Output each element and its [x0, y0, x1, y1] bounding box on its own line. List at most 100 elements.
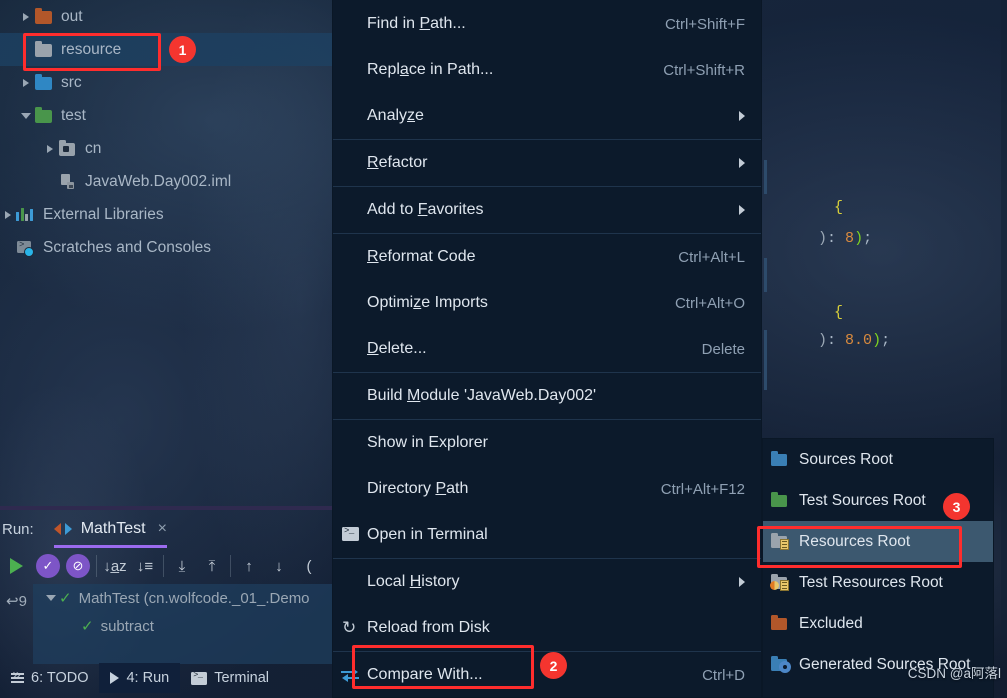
run-panel-label: Run:	[2, 520, 34, 538]
submenu-item-label: Resources Root	[799, 532, 911, 550]
tree-node-label: test	[61, 106, 86, 124]
collapse-all-button[interactable]: ⤒	[197, 548, 227, 584]
terminal-icon	[191, 670, 208, 685]
menu-item-build-module[interactable]: Build Module 'JavaWeb.Day002'	[333, 373, 761, 419]
editor-scrollbar[interactable]	[1001, 0, 1007, 640]
annotation-badge-3: 3	[943, 493, 970, 520]
toolbar-divider	[163, 555, 164, 577]
tree-node-test[interactable]: test	[0, 99, 332, 132]
sort-alphabetically-button[interactable]: ↓a̲z	[100, 548, 130, 584]
menu-item-optimize-imports[interactable]: Optimize Imports Ctrl+Alt+O	[333, 280, 761, 326]
folder-green-icon	[34, 106, 54, 126]
test-tree-row[interactable]: ✓ subtract	[33, 612, 332, 640]
test-node-label: subtract	[100, 617, 154, 635]
tree-node-external-libraries[interactable]: External Libraries	[0, 198, 332, 231]
run-panel-toolbar[interactable]: ✓ ⊘ ↓a̲z ↓≡ ⤓ ⤒ ↑ ↓ (	[0, 548, 332, 584]
menu-item-find-in-path[interactable]: Find in Path... Ctrl+Shift+F	[333, 1, 761, 47]
menu-item-label: Replace in Path...	[367, 61, 494, 78]
status-bar-item-terminal[interactable]: Terminal	[180, 663, 280, 693]
menu-item-directory-path[interactable]: Directory Path Ctrl+Alt+F12	[333, 466, 761, 512]
ignored-icon: ⊘	[66, 554, 90, 578]
tree-node-out[interactable]: out	[0, 0, 332, 33]
menu-item-reformat-code[interactable]: Reformat Code Ctrl+Alt+L	[333, 234, 761, 280]
menu-item-label: Delete...	[367, 340, 427, 357]
collapse-arrow-icon[interactable]	[18, 99, 34, 132]
mark-directory-as-submenu[interactable]: Sources Root Test Sources Root Resources…	[762, 438, 994, 698]
test-passed-icon: ✓	[59, 590, 72, 607]
tree-node-label: External Libraries	[43, 205, 164, 223]
settings-button[interactable]: (	[294, 548, 324, 584]
chevron-right-icon	[739, 577, 745, 587]
test-results-tree[interactable]: ✓ MathTest (cn.wolfcode._01_.Demo ✓ subt…	[33, 584, 332, 664]
expand-arrow-icon[interactable]	[42, 132, 58, 165]
run-tab-label: MathTest	[80, 520, 146, 537]
menu-item-reload-from-disk[interactable]: ↻ Reload from Disk	[333, 605, 761, 651]
sort-by-duration-button[interactable]: ↓≡	[130, 548, 160, 584]
folder-gray-icon	[34, 40, 54, 60]
menu-item-local-history[interactable]: Local History	[333, 559, 761, 605]
submenu-item-sources-root[interactable]: Sources Root	[763, 439, 993, 480]
menu-item-open-in-terminal[interactable]: Open in Terminal	[333, 512, 761, 558]
reload-icon: ↻	[342, 618, 357, 637]
menu-item-add-to-favorites[interactable]: Add to Favorites	[333, 187, 761, 233]
chevron-right-icon	[739, 205, 745, 215]
menu-item-shortcut: Ctrl+Shift+F	[664, 15, 745, 33]
status-bar-item-label: Terminal	[214, 670, 270, 686]
folder-green-icon	[771, 491, 791, 510]
status-bar-item-label: 4: Run	[126, 670, 170, 686]
tree-node-resource[interactable]: resource	[0, 33, 332, 66]
tree-node-iml-file[interactable]: JavaWeb.Day002.iml	[0, 165, 332, 198]
submenu-item-excluded[interactable]: Excluded	[763, 603, 993, 644]
rerun-button[interactable]	[0, 558, 33, 574]
expand-arrow-icon[interactable]	[18, 0, 34, 33]
context-menu[interactable]: Find in Path... Ctrl+Shift+F Replace in …	[332, 0, 762, 698]
next-failed-test-button[interactable]: ↓	[264, 548, 294, 584]
submenu-item-label: Excluded	[799, 614, 863, 632]
run-tab-mathtest[interactable]: MathTest ×	[53, 510, 167, 548]
iml-file-icon	[58, 172, 78, 192]
menu-item-replace-in-path[interactable]: Replace in Path... Ctrl+Shift+R	[333, 47, 761, 93]
submenu-item-resources-root[interactable]: Resources Root	[763, 521, 993, 562]
tree-node-label: cn	[85, 139, 102, 157]
menu-item-label: Analyze	[367, 107, 424, 124]
chevron-right-icon	[739, 111, 745, 121]
chevron-right-icon	[739, 158, 745, 168]
status-bar-item-run[interactable]: 4: Run	[99, 663, 181, 693]
expand-arrow-icon[interactable]	[0, 198, 16, 231]
code-token-prefix-1: )	[818, 230, 828, 247]
jump-to-source-icon[interactable]: ↩9	[6, 592, 27, 610]
collapse-arrow-icon[interactable]	[43, 582, 59, 615]
menu-item-delete[interactable]: Delete... Delete	[333, 326, 761, 372]
previous-failed-test-button[interactable]: ↑	[234, 548, 264, 584]
show-passed-toggle[interactable]: ✓	[33, 548, 63, 584]
menu-item-shortcut: Ctrl+Alt+F12	[660, 480, 745, 498]
tree-node-scratches-and-consoles[interactable]: Scratches and Consoles	[0, 231, 332, 264]
menu-item-label: Build Module 'JavaWeb.Day002'	[367, 387, 597, 404]
terminal-icon	[341, 526, 361, 544]
submenu-item-test-resources-root[interactable]: Test Resources Root	[763, 562, 993, 603]
menu-item-show-in-explorer[interactable]: Show in Explorer	[333, 420, 761, 466]
status-bar-item-todo[interactable]: 6: TODO	[0, 663, 99, 693]
test-tree-row[interactable]: ✓ MathTest (cn.wolfcode._01_.Demo	[33, 584, 332, 612]
submenu-item-label: Sources Root	[799, 450, 893, 468]
menu-item-label: Optimize Imports	[367, 294, 488, 311]
menu-item-label: Find in Path...	[367, 15, 466, 32]
status-bar[interactable]: 6: TODO 4: Run Terminal	[0, 658, 332, 698]
show-ignored-toggle[interactable]: ⊘	[63, 548, 93, 584]
run-icon	[110, 672, 120, 684]
menu-item-label: Open in Terminal	[367, 526, 488, 543]
project-tool-window-tree[interactable]: out resource src test cn JavaWeb.Day002.…	[0, 0, 332, 506]
menu-item-analyze[interactable]: Analyze	[333, 93, 761, 139]
expand-all-button[interactable]: ⤓	[167, 548, 197, 584]
code-token-prefix-2: )	[818, 332, 828, 349]
menu-item-refactor[interactable]: Refactor	[333, 140, 761, 186]
close-icon[interactable]: ×	[158, 520, 167, 538]
tree-node-cn[interactable]: cn	[0, 132, 332, 165]
check-icon: ✓	[36, 554, 60, 578]
tree-node-src[interactable]: src	[0, 66, 332, 99]
expand-arrow-icon[interactable]	[18, 66, 34, 99]
run-panel-header: Run: MathTest ×	[0, 510, 332, 548]
resources-root-icon	[771, 532, 791, 551]
